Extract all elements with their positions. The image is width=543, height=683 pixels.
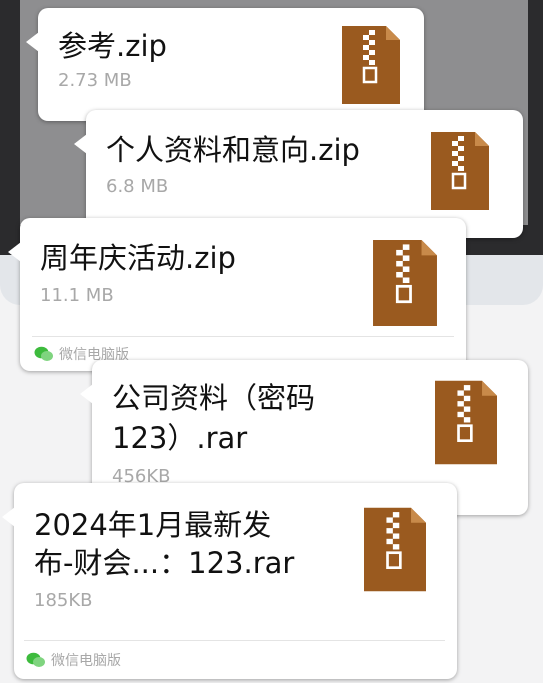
zip-archive-icon bbox=[373, 240, 437, 326]
file-name-line2: 123）.rar bbox=[112, 421, 248, 455]
wechat-icon bbox=[26, 652, 45, 667]
file-message-bubble[interactable]: 参考.zip 2.73 MB bbox=[26, 8, 424, 121]
file-name-line1: 公司资料（密码 bbox=[112, 381, 316, 415]
zip-archive-icon bbox=[342, 26, 400, 104]
file-size: 11.1 MB bbox=[40, 285, 114, 306]
file-size: 2.73 MB bbox=[58, 70, 132, 91]
source-text: 微信电脑版 bbox=[51, 653, 121, 669]
wechat-icon bbox=[34, 346, 53, 361]
zip-archive-icon bbox=[364, 507, 426, 592]
file-name-line1: 2024年1月最新发 bbox=[34, 508, 272, 542]
file-name-line2: 布-财会...：123.rar bbox=[34, 546, 295, 580]
file-message-bubble[interactable]: 周年庆活动.zip 11.1 MB 微信电脑版 bbox=[8, 218, 466, 371]
divider bbox=[24, 640, 445, 641]
file-name: 周年庆活动.zip bbox=[40, 241, 236, 275]
file-name: 个人资料和意向.zip bbox=[106, 133, 360, 167]
zip-archive-icon bbox=[435, 380, 497, 465]
file-size: 6.8 MB bbox=[106, 176, 169, 197]
source-label: 微信电脑版 bbox=[26, 650, 121, 670]
file-message-bubble[interactable]: 2024年1月最新发 布-财会...：123.rar 185KB 微信电脑版 bbox=[2, 483, 457, 679]
file-size: 185KB bbox=[34, 590, 93, 611]
file-name: 参考.zip bbox=[58, 29, 167, 63]
divider bbox=[32, 336, 454, 337]
zip-archive-icon bbox=[431, 132, 489, 210]
